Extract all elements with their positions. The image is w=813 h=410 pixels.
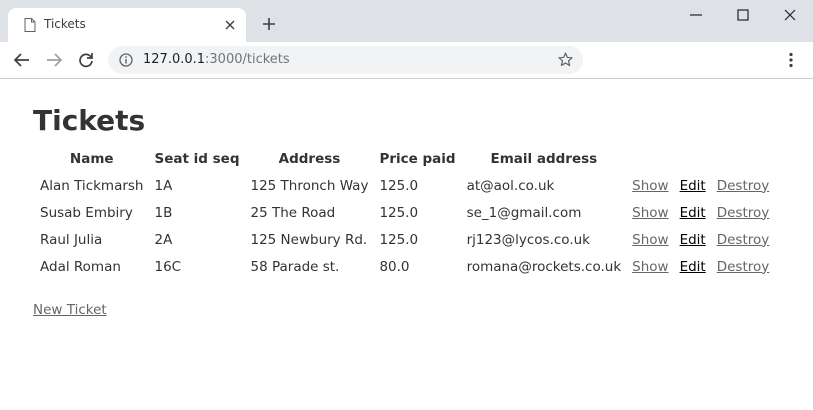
column-header-email: Email address [490,150,598,167]
cell-email: se_1@gmail.com [466,204,582,221]
destroy-link[interactable]: Destroy [717,205,770,221]
url-path: :3000/tickets [205,52,290,67]
column-header-name: Name [69,150,114,167]
column-header-actions [676,145,710,172]
destroy-link[interactable]: Destroy [717,178,770,194]
cell-seat: 1A [154,177,173,194]
cell-address: 125 Thronch Way [250,177,369,194]
show-link[interactable]: Show [632,232,668,248]
tab-title: Tickets [44,17,86,31]
table-header-row: Name Seat id seq Address Price paid Emai… [36,145,773,172]
edit-link[interactable]: Edit [680,178,706,194]
arrow-right-icon[interactable] [45,52,63,68]
info-icon[interactable] [119,53,133,67]
column-header-actions [713,145,774,172]
table-row: Alan Tickmarsh 1A 125 Thronch Way 125.0 … [36,172,773,199]
cell-email: rj123@lycos.co.uk [466,231,590,248]
window-close-icon[interactable] [780,6,800,24]
browser-toolbar: 127.0.0.1:3000/tickets [0,42,813,79]
url-host: 127.0.0.1 [143,52,206,67]
browser-titlebar: Tickets [0,0,813,42]
kebab-menu-icon[interactable] [786,52,796,68]
cell-email: romana@rockets.co.uk [466,258,622,275]
cell-price: 125.0 [379,177,419,194]
close-icon[interactable] [224,19,236,31]
column-header-seat: Seat id seq [154,150,240,167]
cell-name: Raul Julia [40,231,103,248]
table-row: Adal Roman 16C 58 Parade st. 80.0 romana… [36,253,773,280]
edit-link[interactable]: Edit [680,259,706,275]
star-icon[interactable] [558,52,573,67]
column-header-address: Address [278,150,341,167]
show-link[interactable]: Show [632,259,668,275]
cell-seat: 16C [154,258,182,275]
tickets-table: Name Seat id seq Address Price paid Emai… [33,145,776,280]
minimize-icon[interactable] [686,6,706,24]
table-row: Susab Embiry 1B 25 The Road 125.0 se_1@g… [36,199,773,226]
column-header-actions [628,145,672,172]
cell-address: 25 The Road [250,204,336,221]
cell-email: at@aol.co.uk [466,177,555,194]
new-ticket-link[interactable]: New Ticket [33,302,107,318]
show-link[interactable]: Show [632,178,668,194]
page-content: Tickets Name Seat id seq Address Price p… [0,79,813,410]
cell-price: 125.0 [379,204,419,221]
plus-icon[interactable] [262,17,276,31]
cell-price: 125.0 [379,231,419,248]
cell-seat: 1B [154,204,173,221]
destroy-link[interactable]: Destroy [717,232,770,248]
cell-address: 125 Newbury Rd. [250,231,368,248]
show-link[interactable]: Show [632,205,668,221]
cell-name: Adal Roman [40,258,121,275]
column-header-price: Price paid [379,150,456,167]
arrow-left-icon[interactable] [13,52,31,68]
maximize-icon[interactable] [733,6,753,24]
edit-link[interactable]: Edit [680,205,706,221]
edit-link[interactable]: Edit [680,232,706,248]
cell-name: Susab Embiry [40,204,133,221]
cell-price: 80.0 [379,258,410,275]
address-bar[interactable]: 127.0.0.1:3000/tickets [108,46,583,74]
browser-tab[interactable]: Tickets [8,8,246,42]
destroy-link[interactable]: Destroy [717,259,770,275]
document-icon [24,18,36,32]
cell-address: 58 Parade st. [250,258,340,275]
table-row: Raul Julia 2A 125 Newbury Rd. 125.0 rj12… [36,226,773,253]
reload-icon[interactable] [77,52,95,68]
cell-seat: 2A [154,231,173,248]
page-title: Tickets [33,104,146,137]
cell-name: Alan Tickmarsh [40,177,144,194]
url-text[interactable]: 127.0.0.1:3000/tickets [143,52,290,67]
